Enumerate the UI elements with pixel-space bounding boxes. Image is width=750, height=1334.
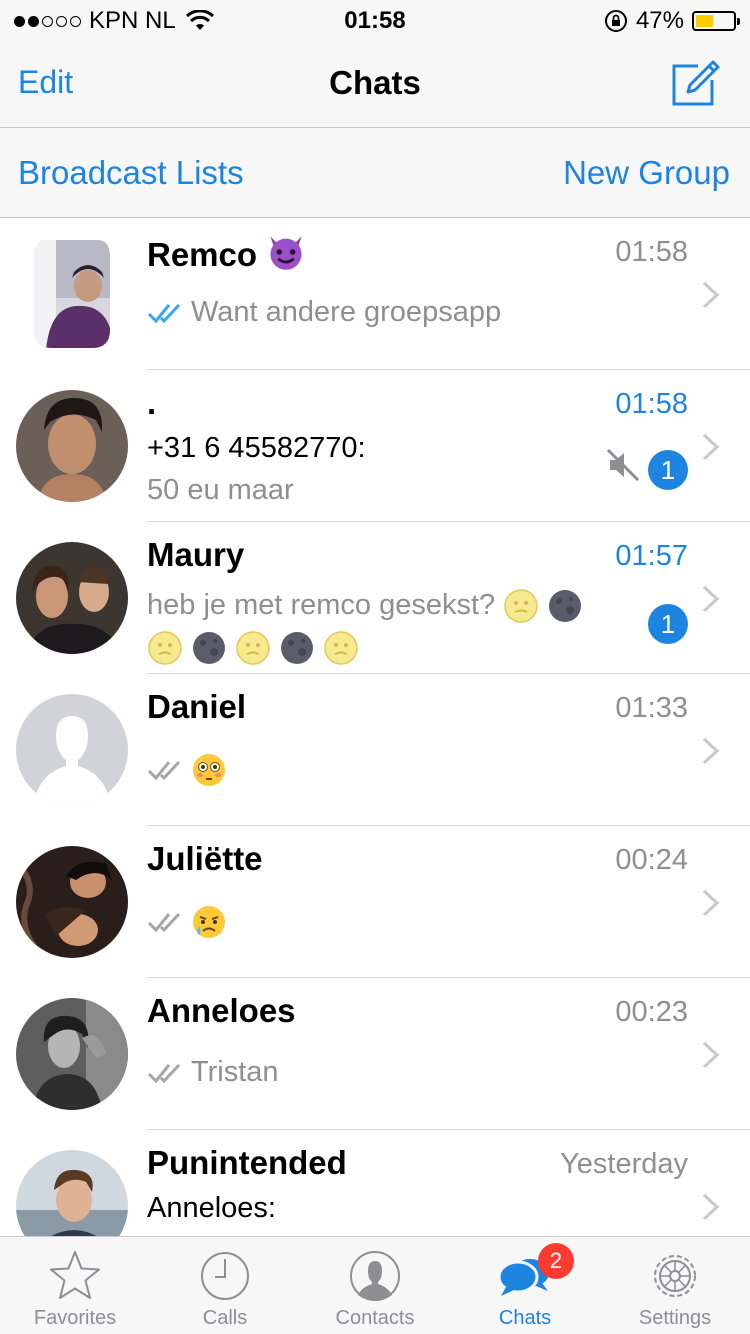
person-icon xyxy=(350,1251,400,1301)
clock-icon xyxy=(201,1252,249,1300)
chat-time: 01:57 xyxy=(615,540,688,572)
preview-message: heb je met remco gesekst? xyxy=(147,589,496,621)
chat-name: Maury xyxy=(147,536,245,573)
chevron-right-icon xyxy=(702,585,720,613)
moon-emoji-icon xyxy=(549,590,582,623)
avatar xyxy=(16,390,128,502)
tab-calls[interactable]: Calls xyxy=(150,1237,300,1334)
chat-list: Remco 01:58 Want andere groepsapp . 01:5… xyxy=(0,218,750,1236)
tab-settings[interactable]: Settings xyxy=(600,1237,750,1334)
tab-bar: Favorites Calls Contacts 2 Chats Setting… xyxy=(0,1236,750,1334)
chat-time: 00:23 xyxy=(615,996,688,1028)
sun-emoji-icon xyxy=(148,631,182,666)
preview-sender: +31 6 45582770: xyxy=(147,432,366,464)
battery-icon xyxy=(692,11,740,31)
chat-name: Anneloes xyxy=(147,992,296,1029)
chat-row-daniel[interactable]: Daniel 01:33 xyxy=(0,674,750,826)
chat-row-maury[interactable]: Maury 01:57 heb je met remco gesekst? 1 xyxy=(0,522,750,674)
preview-text: heb je met remco gesekst? xyxy=(147,584,617,668)
chat-row-group[interactable]: . 01:58 +31 6 45582770: 50 eu maar 1 xyxy=(0,370,750,522)
chat-time: 01:58 xyxy=(615,236,688,268)
double-check-delivered-icon xyxy=(147,760,181,781)
tab-contacts[interactable]: Contacts xyxy=(300,1237,450,1334)
broadcast-lists-button[interactable]: Broadcast Lists xyxy=(18,154,244,192)
chat-preview xyxy=(147,904,227,940)
chat-preview: Tristan xyxy=(147,1056,279,1089)
preview-sender: Anneloes: xyxy=(147,1192,276,1224)
new-group-button[interactable]: New Group xyxy=(563,154,730,192)
chat-preview: Want andere groepsapp xyxy=(147,296,501,329)
unread-badge: 1 xyxy=(648,604,688,644)
chat-name: . xyxy=(147,384,157,421)
avatar-placeholder-icon xyxy=(16,694,128,806)
gear-icon xyxy=(654,1255,696,1297)
avatar xyxy=(16,1150,128,1236)
star-icon xyxy=(50,1251,100,1299)
tab-favorites[interactable]: Favorites xyxy=(0,1237,150,1334)
status-right: 47% xyxy=(604,7,740,35)
chevron-right-icon xyxy=(702,737,720,765)
moon-emoji-icon xyxy=(193,632,226,665)
tab-label: Settings xyxy=(638,1307,712,1329)
chat-row-juliette[interactable]: Juliëtte 00:24 xyxy=(0,826,750,978)
chat-name: Punintended xyxy=(147,1144,347,1181)
avatar xyxy=(16,998,128,1110)
chevron-right-icon xyxy=(702,889,720,917)
tab-chats[interactable]: 2 Chats xyxy=(450,1237,600,1334)
status-bar: KPN NL 01:58 47% xyxy=(0,0,750,40)
double-check-delivered-icon xyxy=(147,912,181,933)
chevron-right-icon xyxy=(702,1041,720,1069)
chevron-right-icon xyxy=(702,1193,720,1221)
tab-label: Favorites xyxy=(33,1307,117,1329)
chat-name: Remco xyxy=(147,232,306,274)
avatar xyxy=(34,240,110,348)
chat-name: Juliëtte xyxy=(147,840,263,877)
avatar xyxy=(16,542,128,654)
tab-label: Contacts xyxy=(335,1307,415,1329)
chat-row-anneloes[interactable]: Anneloes 00:23 Tristan xyxy=(0,978,750,1130)
tab-label: Calls xyxy=(202,1307,248,1329)
battery-percent: 47% xyxy=(635,7,684,34)
unread-badge: 1 xyxy=(648,450,688,490)
double-check-delivered-icon xyxy=(147,1063,181,1083)
sun-emoji-icon xyxy=(504,589,538,624)
page-title: Chats xyxy=(329,64,421,101)
chat-time: 01:58 xyxy=(615,388,688,420)
muted-icon xyxy=(606,448,640,482)
battery-fill xyxy=(696,15,713,27)
preview-text: Want andere groepsapp xyxy=(191,296,502,328)
sun-emoji-icon xyxy=(324,631,358,666)
chevron-right-icon xyxy=(702,433,720,461)
moon-emoji-icon xyxy=(281,632,314,665)
chat-row-remco[interactable]: Remco 01:58 Want andere groepsapp xyxy=(0,218,750,370)
compose-icon[interactable] xyxy=(670,58,722,108)
sad-emoji-icon xyxy=(193,906,225,938)
chevron-right-icon xyxy=(702,281,720,309)
avatar xyxy=(16,846,128,958)
tab-label: Chats xyxy=(498,1307,552,1329)
double-check-read-icon xyxy=(147,303,181,323)
chat-time: Yesterday xyxy=(560,1148,688,1180)
chat-row-punintended[interactable]: Punintended Yesterday Anneloes: xyxy=(0,1130,750,1236)
preview-text: Tristan xyxy=(191,1056,279,1088)
chat-time: 00:24 xyxy=(615,844,688,876)
sun-emoji-icon xyxy=(236,631,270,666)
flushed-emoji-icon xyxy=(193,754,225,786)
nav-bar: Edit Chats xyxy=(0,40,750,128)
chat-name: Daniel xyxy=(147,688,247,725)
chat-actions-bar: Broadcast Lists New Group xyxy=(0,128,750,218)
devil-emoji-icon xyxy=(270,236,302,270)
rotation-lock-icon xyxy=(604,10,627,32)
chat-preview xyxy=(147,752,227,788)
chats-unread-badge: 2 xyxy=(538,1243,574,1279)
chat-time: 01:33 xyxy=(615,692,688,724)
preview-text: 50 eu maar xyxy=(147,474,294,506)
